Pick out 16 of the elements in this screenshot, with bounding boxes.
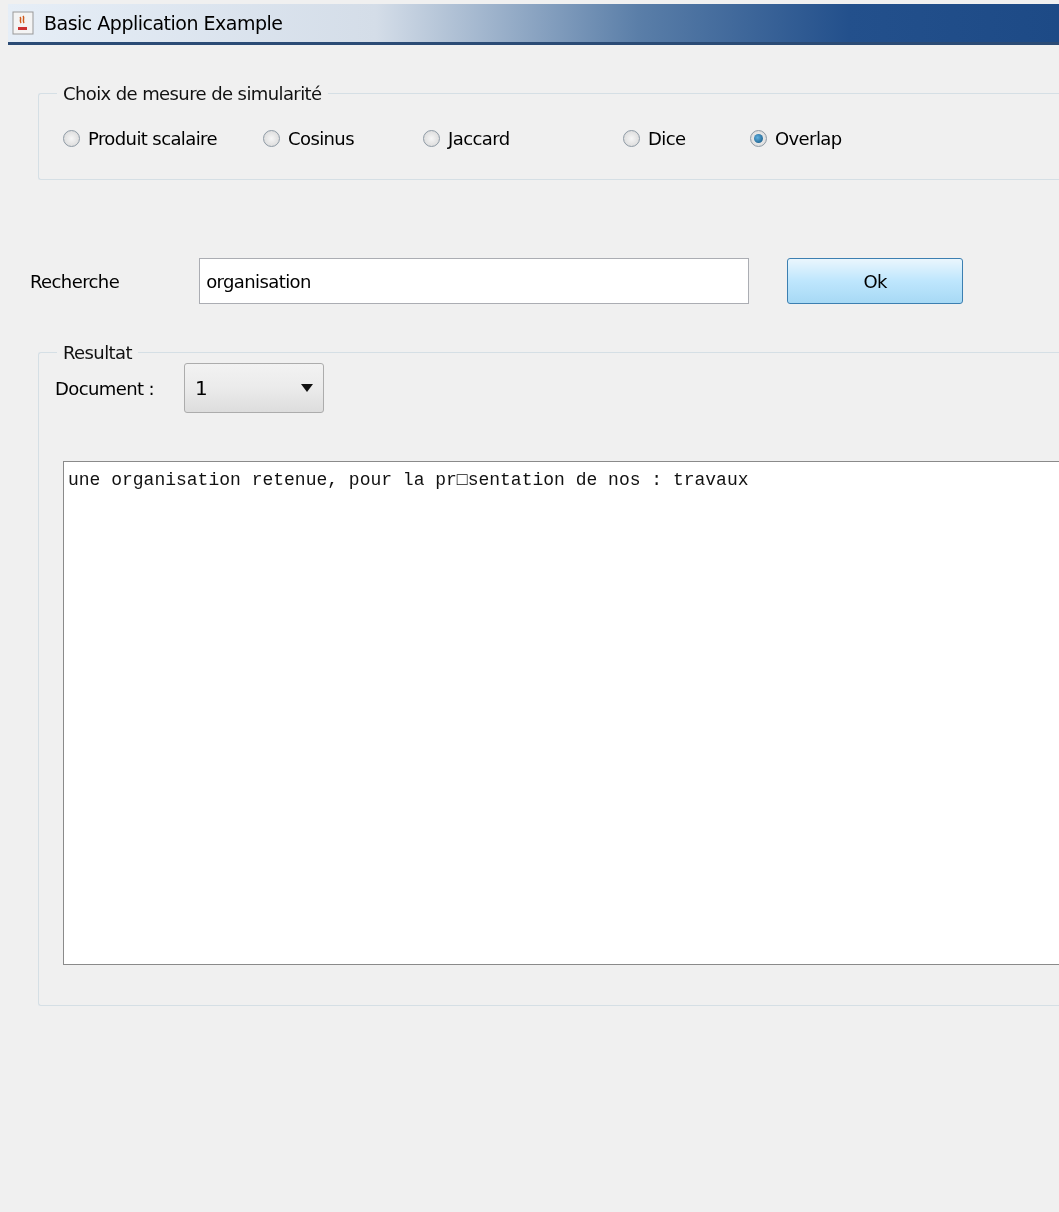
java-cup-icon [12, 11, 34, 35]
window-title: Basic Application Example [44, 12, 283, 34]
ok-button[interactable]: Ok [787, 258, 964, 304]
radio-option[interactable]: Overlap [750, 128, 1059, 149]
document-dropdown[interactable]: 1 [184, 363, 325, 413]
radio-option[interactable]: Jaccard [423, 128, 623, 149]
dropdown-arrow-icon [301, 384, 314, 392]
radio-option[interactable]: Produit scalaire [63, 128, 263, 149]
result-text-area[interactable]: une organisation retenue, pour la pr□sentation de nos : travaux [63, 461, 1059, 965]
radio-option[interactable]: Cosinus [263, 128, 423, 149]
group-legend: Resultat [57, 342, 138, 363]
document-label: Document : [55, 377, 155, 399]
radio-option[interactable]: Dice [623, 128, 750, 149]
group-legend: Choix de mesure de simularité [57, 83, 328, 104]
search-field[interactable]: organisation [199, 258, 750, 304]
search-label: Recherche [30, 270, 120, 292]
